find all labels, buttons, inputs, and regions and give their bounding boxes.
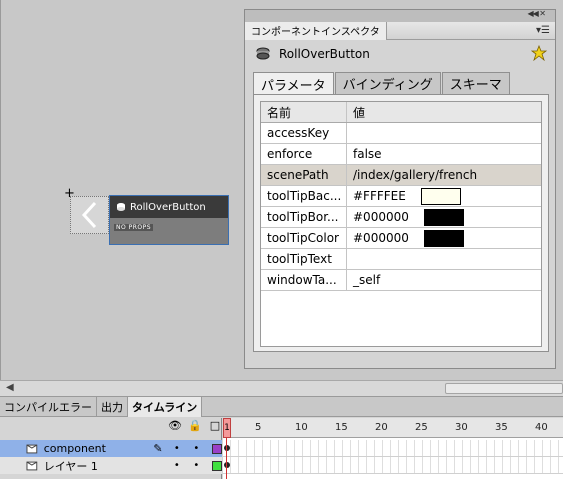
layer-list: 👁 🔒 □ component ✎ • • レイヤー 1 • • (0, 418, 222, 479)
param-value[interactable]: /index/gallery/french (347, 165, 541, 185)
param-value[interactable]: _self (347, 270, 541, 290)
component-inspector-panel: ◀◀ ✕ コンポーネントインスペクタ ▾☰ RollOverButton パラメ… (244, 9, 556, 369)
lock-dot[interactable]: • (187, 443, 207, 454)
timeline-body: 👁 🔒 □ component ✎ • • レイヤー 1 • • 5 10 15… (0, 418, 563, 479)
param-row[interactable]: toolTipBac... #FFFFEE (261, 186, 541, 207)
ruler-label: 30 (455, 422, 468, 433)
layer-row-component[interactable]: component ✎ • • (0, 440, 222, 457)
component-header: RollOverButton (245, 40, 555, 68)
frame-row-component[interactable] (223, 440, 563, 457)
param-row[interactable]: windowTa... _self (261, 270, 541, 291)
outline-icon[interactable]: □ (205, 419, 225, 432)
layer-color-swatch[interactable] (212, 460, 222, 471)
color-swatch[interactable] (423, 208, 464, 226)
color-swatch[interactable] (423, 229, 464, 247)
tab-schema[interactable]: スキーマ (441, 72, 510, 94)
tab-output[interactable]: 出力 (97, 397, 128, 417)
collapse-icon[interactable]: ◀◀ ✕ (527, 9, 546, 18)
frame-row-layer1[interactable] (223, 457, 563, 474)
panel-title-bar: コンポーネントインスペクタ ▾☰ (245, 21, 555, 40)
scrollbar-thumb[interactable] (445, 383, 563, 394)
param-name: windowTa... (261, 270, 347, 290)
frame-grid[interactable]: 5 10 15 20 25 30 35 40 1 (223, 418, 563, 479)
grid-header: 名前 値 (261, 102, 541, 123)
tab-parameters[interactable]: パラメータ (253, 72, 334, 95)
panel-menu-icon[interactable]: ▾☰ (535, 25, 551, 36)
component-icon (256, 47, 270, 60)
parameters-pane: 名前 値 accessKey enforce false scenePath /… (253, 94, 549, 352)
param-name: accessKey (261, 123, 347, 143)
ruler-label: 35 (495, 422, 508, 433)
param-value[interactable]: false (347, 144, 541, 164)
parameters-grid: 名前 値 accessKey enforce false scenePath /… (260, 101, 542, 347)
ruler-label: 25 (415, 422, 428, 433)
ruler-label: 10 (295, 422, 308, 433)
layer-icon (26, 461, 38, 470)
color-hex: #000000 (353, 210, 409, 224)
tab-bindings[interactable]: バインディング (334, 72, 441, 94)
rollover-button-instance[interactable]: RollOverButton NO PROPS (109, 195, 229, 245)
param-value-color[interactable]: #FFFFEE (347, 186, 541, 206)
param-value[interactable] (347, 249, 541, 269)
keyframe[interactable] (224, 462, 230, 468)
layer-row-layer1[interactable]: レイヤー 1 • • (0, 457, 222, 474)
layer-name[interactable]: レイヤー 1 (44, 458, 154, 474)
inspector-tabs: パラメータ バインディング スキーマ (253, 72, 511, 95)
playhead-line (226, 438, 227, 479)
symbol-header: RollOverButton (110, 196, 228, 218)
param-row[interactable]: toolTipColor #000000 (261, 228, 541, 249)
layer-color-swatch[interactable] (212, 443, 222, 454)
panel-top-bar: ◀◀ ✕ (245, 9, 555, 22)
frame-ruler[interactable]: 5 10 15 20 25 30 35 40 1 (223, 418, 563, 438)
tab-timeline[interactable]: タイムライン (128, 397, 203, 417)
param-row[interactable]: toolTipBor... #000000 (261, 207, 541, 228)
lock-dot[interactable]: • (187, 460, 207, 471)
stage-horizontal-scrollbar[interactable]: ◀ (0, 380, 563, 396)
param-name: toolTipBac... (261, 186, 347, 206)
lock-icon[interactable]: 🔒 (185, 419, 205, 432)
chevron-left-icon (81, 201, 97, 229)
column-header-name: 名前 (261, 102, 347, 122)
eye-icon[interactable]: 👁 (165, 419, 185, 432)
layer-icon (26, 444, 38, 453)
playhead[interactable]: 1 (223, 418, 231, 438)
panel-tab[interactable]: コンポーネントインスペクタ (245, 21, 387, 40)
component-name: RollOverButton (279, 47, 370, 61)
layer-name[interactable]: component (44, 442, 154, 455)
symbol-note: NO PROPS (114, 224, 154, 231)
param-row-selected[interactable]: scenePath /index/gallery/french (261, 165, 541, 186)
pencil-icon: ✎ (153, 442, 163, 455)
tab-compile-errors[interactable]: コンパイルエラー (0, 397, 97, 417)
ruler-label: 20 (375, 422, 388, 433)
ruler-label: 5 (255, 422, 262, 433)
column-header-value: 値 (353, 105, 366, 120)
param-row[interactable]: accessKey (261, 123, 541, 144)
param-name: toolTipBor... (261, 207, 347, 227)
param-name: toolTipColor (261, 228, 347, 248)
bottom-panel-tabs: コンパイルエラー 出力 タイムライン (0, 397, 563, 417)
color-swatch[interactable] (420, 187, 461, 205)
param-name: scenePath (261, 165, 347, 185)
param-row[interactable]: enforce false (261, 144, 541, 165)
param-value-color[interactable]: #000000 (347, 228, 541, 248)
arrow-button-graphic[interactable] (70, 196, 109, 234)
color-hex: #FFFFEE (353, 189, 406, 203)
component-icon (117, 203, 125, 211)
layer-column-icons: 👁 🔒 □ (165, 419, 225, 432)
visibility-dot[interactable]: • (167, 443, 187, 454)
param-value-color[interactable]: #000000 (347, 207, 541, 227)
ruler-label: 15 (335, 422, 348, 433)
param-name: toolTipText (261, 249, 347, 269)
scroll-left-icon[interactable]: ◀ (6, 382, 14, 393)
ruler-label: 40 (535, 422, 548, 433)
param-row[interactable]: toolTipText (261, 249, 541, 270)
symbol-label: RollOverButton (130, 201, 206, 213)
color-hex: #000000 (353, 231, 409, 245)
param-name: enforce (261, 144, 347, 164)
visibility-dot[interactable]: • (167, 460, 187, 471)
param-value[interactable] (347, 123, 541, 143)
timeline-panel: コンパイルエラー 出力 タイムライン 👁 🔒 □ component ✎ • • (0, 396, 563, 479)
star-icon[interactable] (531, 45, 547, 61)
keyframe[interactable] (224, 445, 230, 451)
